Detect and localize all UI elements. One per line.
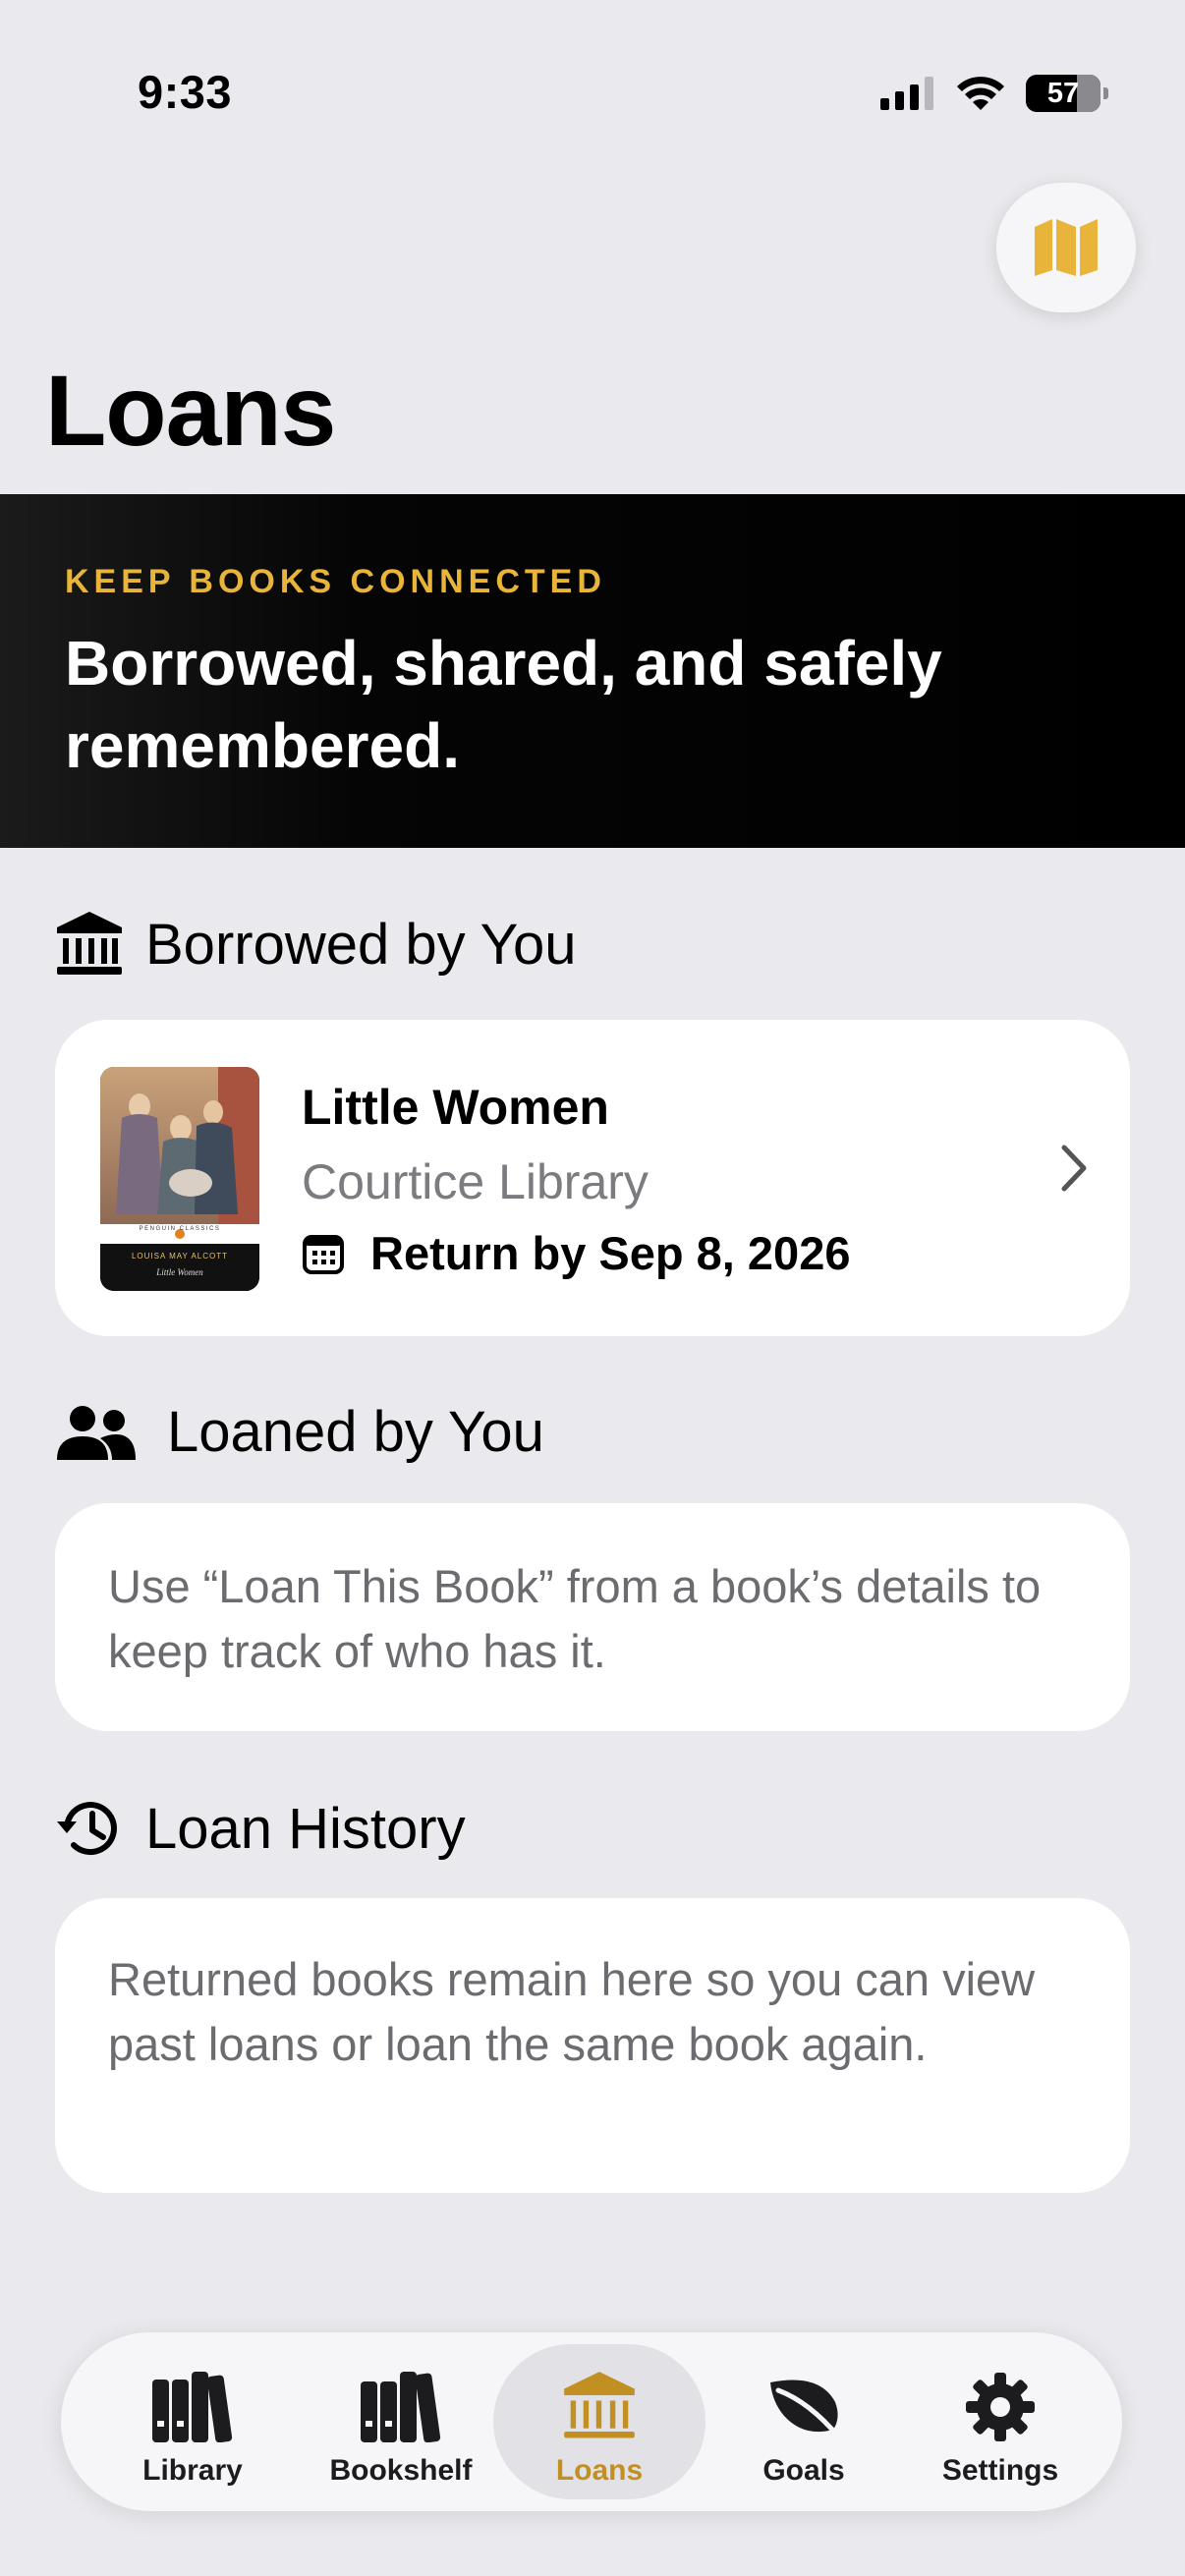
leaf-icon — [770, 2380, 842, 2440]
gear-icon — [966, 2373, 1035, 2441]
battery-icon: 57 — [1026, 75, 1108, 112]
tab-library[interactable]: Library — [86, 2344, 299, 2499]
history-empty-card: Returned books remain here so you can vi… — [55, 1898, 1130, 2193]
history-empty-text: Returned books remain here so you can vi… — [108, 1953, 1036, 2070]
chevron-right-icon — [1061, 1145, 1087, 1192]
tab-bookshelf-label: Bookshelf — [329, 2454, 473, 2487]
tab-bar: Library Bookshelf Loans Goals Settings — [61, 2332, 1122, 2511]
map-icon — [1035, 219, 1098, 276]
cover-publisher: PENGUIN CLASSICS — [139, 1226, 221, 1232]
book-library: Courtice Library — [302, 1154, 649, 1209]
section-history-header: Loan History — [55, 1794, 466, 1863]
loaned-empty-card: Use “Loan This Book” from a book’s detai… — [55, 1503, 1130, 1731]
borrowed-book-card[interactable]: PENGUIN CLASSICS LOUISA MAY ALCOTT Littl… — [55, 1020, 1130, 1336]
section-loaned-header: Loaned by You — [55, 1399, 544, 1465]
section-borrowed-title: Borrowed by You — [145, 912, 577, 977]
return-date-label: Return by Sep 8, 2026 — [370, 1227, 851, 1279]
calendar-icon — [303, 1234, 344, 1274]
tab-loans-label: Loans — [555, 2454, 644, 2487]
tab-goals-label: Goals — [762, 2454, 845, 2487]
book-cover: PENGUIN CLASSICS LOUISA MAY ALCOTT Littl… — [100, 1067, 259, 1291]
tab-loans[interactable]: Loans — [493, 2344, 705, 2499]
bank-icon — [564, 2372, 635, 2438]
section-history-title: Loan History — [145, 1796, 466, 1861]
wifi-icon — [957, 77, 1004, 110]
cover-author: LOUISA MAY ALCOTT — [131, 1252, 229, 1260]
section-loaned-title: Loaned by You — [167, 1400, 544, 1464]
books-icon — [152, 2372, 233, 2442]
section-borrowed-header: Borrowed by You — [55, 910, 577, 979]
bank-icon — [57, 912, 122, 975]
tab-goals[interactable]: Goals — [698, 2344, 910, 2499]
status-time: 9:33 — [138, 66, 233, 118]
hero-headline: Borrowed, shared, and safely remembered. — [65, 628, 942, 781]
cover-title: Little Women — [156, 1267, 203, 1277]
loaned-empty-text: Use “Loan This Book” from a book’s detai… — [108, 1560, 1042, 1677]
hero-eyebrow: KEEP BOOKS CONNECTED — [65, 563, 606, 600]
status-bar: 9:33 57 — [0, 0, 1185, 128]
tab-library-label: Library — [142, 2454, 243, 2487]
signal-icon — [880, 77, 933, 110]
status-icons: 57 — [880, 75, 1108, 112]
book-title: Little Women — [302, 1080, 609, 1135]
map-button[interactable] — [996, 183, 1136, 312]
history-icon — [57, 1802, 117, 1856]
tab-settings[interactable]: Settings — [894, 2344, 1106, 2499]
people-icon — [57, 1405, 136, 1460]
tab-bookshelf[interactable]: Bookshelf — [295, 2344, 507, 2499]
book-return-date: Return by Sep 8, 2026 — [302, 1226, 850, 1280]
battery-level: 57 — [1046, 78, 1080, 109]
page-title: Loans — [45, 355, 336, 467]
bookshelf-icon — [361, 2372, 441, 2442]
hero-banner: KEEP BOOKS CONNECTED Borrowed, shared, a… — [0, 494, 1185, 848]
tab-settings-label: Settings — [941, 2454, 1059, 2487]
